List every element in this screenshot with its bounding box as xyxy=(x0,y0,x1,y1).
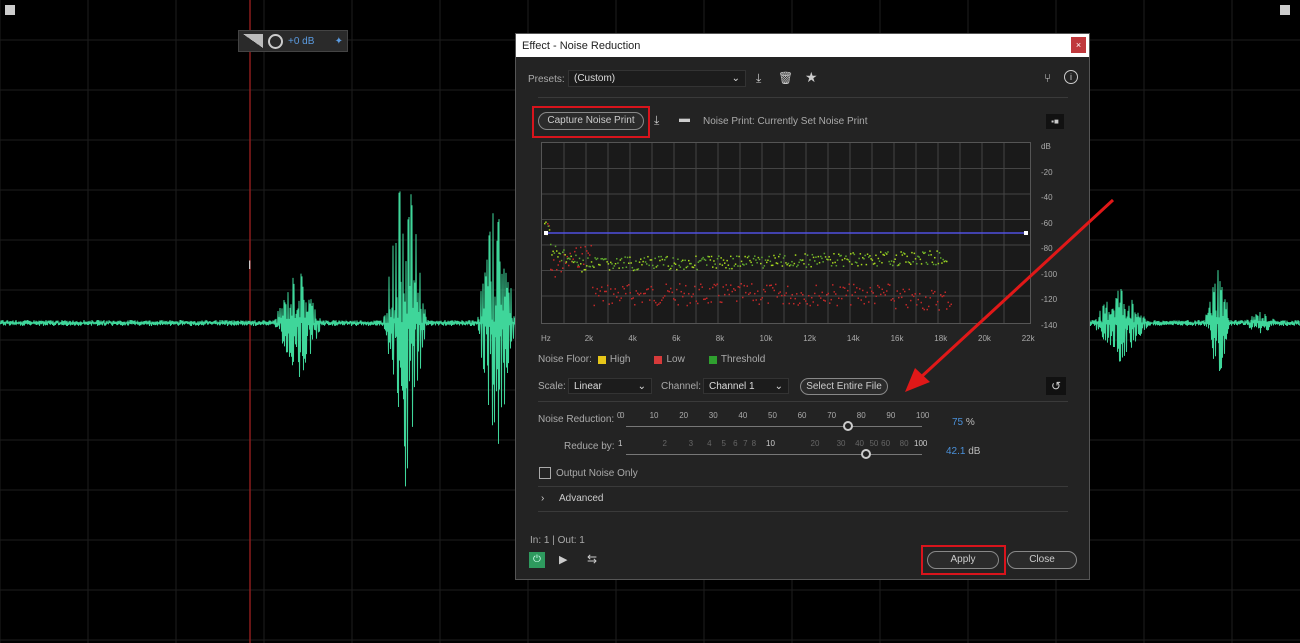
annotation-arrow xyxy=(905,198,1115,392)
